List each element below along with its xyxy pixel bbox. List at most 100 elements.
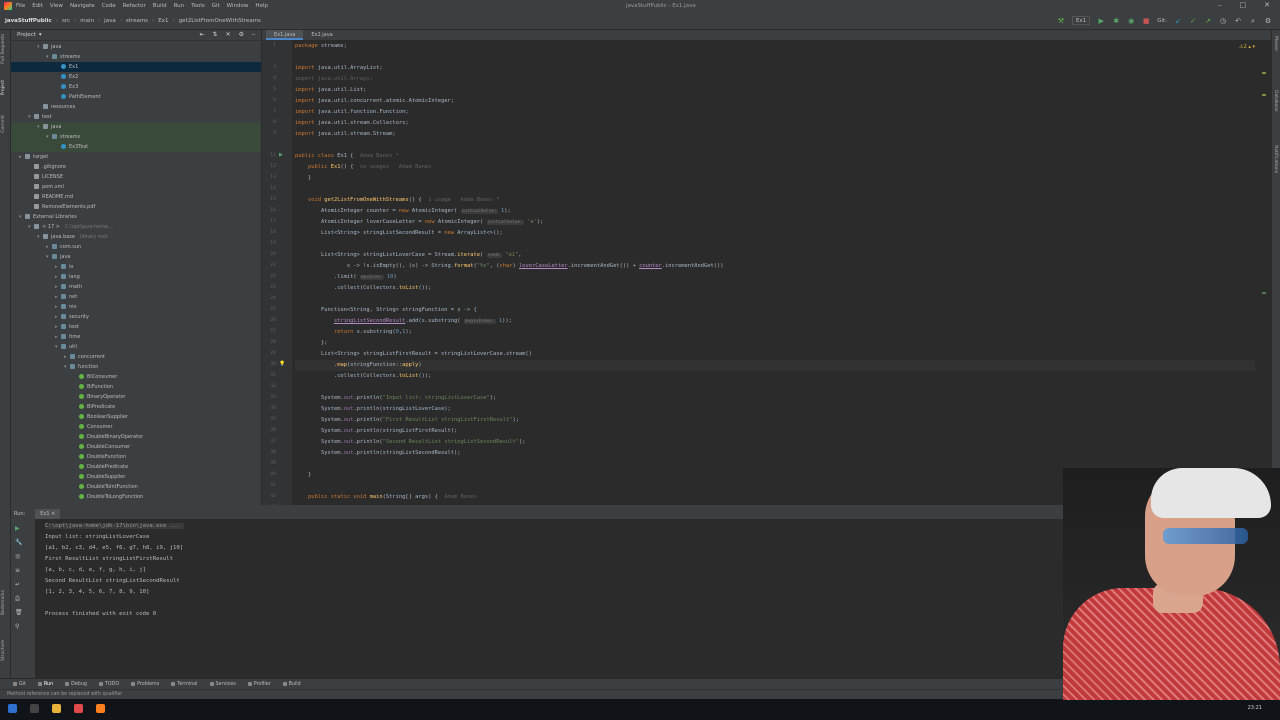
code-line[interactable]: import java.util.Arrays;: [295, 74, 373, 85]
tree-item[interactable]: ▸ lang: [11, 272, 261, 282]
tree-item[interactable]: ▾ < 17 > C:\opt\java-home...: [11, 222, 261, 232]
breadcrumb-item[interactable]: Ex1: [158, 18, 168, 24]
tree-item[interactable]: DoubleSupplier: [11, 472, 261, 482]
commit-tab[interactable]: Commit: [1, 115, 6, 133]
code-line[interactable]: import java.util.stream.Collectors;: [295, 118, 409, 129]
tree-item[interactable]: README.md: [11, 192, 261, 202]
tool-window-profiler[interactable]: Profiler: [247, 682, 271, 687]
tool-window-terminal[interactable]: Terminal: [171, 682, 198, 687]
tree-item[interactable]: ▸ target: [11, 152, 261, 162]
warning-indicator[interactable]: ⚠2 ▴ ▾: [1239, 44, 1255, 50]
intellij-logo-icon[interactable]: [4, 2, 12, 10]
code-line[interactable]: import java.util.function.Function;: [295, 107, 409, 118]
intention-bulb-icon[interactable]: 💡: [279, 361, 285, 367]
trash-icon[interactable]: 🗑: [15, 609, 23, 616]
code-line[interactable]: }: [295, 470, 311, 481]
run-tab-ex1[interactable]: Ex1 ✕: [35, 509, 61, 519]
code-line[interactable]: return s.substring(0,1);: [295, 327, 412, 338]
menu-item-window[interactable]: Window: [227, 3, 249, 9]
code-line[interactable]: import java.util.concurrent.atomic.Atomi…: [295, 96, 454, 107]
close-icon[interactable]: ✕: [1264, 1, 1270, 9]
rollback-icon[interactable]: ↶: [1234, 17, 1242, 25]
console-output[interactable]: C:\opt\java-home\jdk-17\bin\java.exe ...…: [45, 521, 184, 620]
hide-icon[interactable]: –: [252, 31, 255, 38]
tree-item[interactable]: ▾ streams: [11, 52, 261, 62]
tree-item[interactable]: BooleanSupplier: [11, 412, 261, 422]
code-line[interactable]: public static void main(String[] args) {…: [295, 492, 477, 503]
database-tab[interactable]: Database: [1273, 90, 1278, 111]
structure-tab[interactable]: Structure: [1, 640, 6, 661]
menu-item-file[interactable]: File: [16, 3, 25, 9]
breadcrumb-item[interactable]: javaStuffPublic: [5, 18, 52, 24]
code-line[interactable]: List<String> stringListSecondResult = ne…: [295, 228, 503, 239]
run-configuration-select[interactable]: Ex1: [1071, 16, 1091, 25]
tree-item[interactable]: DoubleBinaryOperator: [11, 432, 261, 442]
menu-item-tools[interactable]: Tools: [191, 3, 205, 9]
git-push-icon[interactable]: ↗: [1204, 17, 1212, 25]
tree-item[interactable]: resources: [11, 102, 261, 112]
project-panel-title[interactable]: Project: [17, 32, 36, 38]
menu-item-navigate[interactable]: Navigate: [70, 3, 95, 9]
tree-item[interactable]: ▸ concurrent: [11, 352, 261, 362]
breadcrumb-item[interactable]: java: [104, 18, 116, 24]
soft-wrap-icon[interactable]: ↵: [15, 581, 20, 588]
breadcrumb-item[interactable]: main: [80, 18, 94, 24]
code-line[interactable]: }: [295, 173, 311, 184]
tree-item[interactable]: Ex3: [11, 82, 261, 92]
code-line[interactable]: import java.util.stream.Stream;: [295, 129, 396, 140]
code-line[interactable]: System.out.println(stringListFirstResult…: [295, 426, 457, 437]
code-line[interactable]: System.out.println(stringListSecondResul…: [295, 448, 461, 459]
tree-item[interactable]: Consumer: [11, 422, 261, 432]
tree-item[interactable]: LICENSE: [11, 172, 261, 182]
stop-icon[interactable]: ■: [1142, 17, 1150, 25]
menu-item-edit[interactable]: Edit: [32, 3, 43, 9]
code-line[interactable]: s -> !s.isEmpty(), (s) -> String.format(…: [295, 261, 724, 272]
tool-window-git[interactable]: Git: [13, 682, 26, 687]
pin-icon[interactable]: ⚲: [15, 623, 19, 630]
hammer-icon[interactable]: ⚒: [1057, 17, 1065, 25]
code-line[interactable]: System.out.println("Second ResultList st…: [295, 437, 526, 448]
tree-item[interactable]: ▾ function: [11, 362, 261, 372]
editor-tab[interactable]: Ex1.java: [266, 30, 304, 40]
tree-item[interactable]: ▾ java: [11, 252, 261, 262]
close-panel-icon[interactable]: ✕: [226, 31, 231, 38]
tool-window-build[interactable]: Build: [282, 682, 301, 687]
code-line[interactable]: void get2ListFromOneWithStreams() { 1 us…: [295, 195, 500, 206]
tree-item[interactable]: ▸ net: [11, 292, 261, 302]
search-icon[interactable]: ⌕: [1249, 17, 1257, 25]
tree-item[interactable]: ▸ com.sun: [11, 242, 261, 252]
settings-gear-icon[interactable]: ⚙: [1264, 17, 1272, 25]
code-line[interactable]: Function<String, String> stringFunction …: [295, 305, 477, 316]
stop-run-icon[interactable]: ■: [15, 553, 21, 560]
file-explorer-icon[interactable]: [52, 704, 61, 713]
tree-item[interactable]: BinaryOperator: [11, 392, 261, 402]
history-icon[interactable]: ◷: [1219, 17, 1227, 25]
wrench-icon[interactable]: 🔧: [15, 539, 22, 546]
pull-requests-tab[interactable]: Pull Requests: [1, 34, 6, 64]
rerun-icon[interactable]: ▶: [15, 525, 20, 532]
tree-item[interactable]: ▾ util: [11, 342, 261, 352]
git-update-icon[interactable]: ↙: [1174, 17, 1182, 25]
tree-item[interactable]: ▾ java.base library root: [11, 232, 261, 242]
run-gutter-icon[interactable]: ▶: [279, 152, 283, 158]
tree-item[interactable]: ▸ time: [11, 332, 261, 342]
tool-window-debug[interactable]: Debug: [65, 682, 87, 687]
code-line[interactable]: import java.util.List;: [295, 85, 366, 96]
code-line[interactable]: .map(stringFunction::apply): [295, 360, 1255, 371]
collapse-all-icon[interactable]: ⇤: [200, 31, 205, 38]
tree-item[interactable]: pom.xml: [11, 182, 261, 192]
tree-item[interactable]: ▾ java: [11, 122, 261, 132]
expand-all-icon[interactable]: ⇅: [213, 31, 218, 38]
tree-item[interactable]: ▸ text: [11, 322, 261, 332]
code-line[interactable]: };: [295, 338, 328, 349]
notifications-tab[interactable]: Notifications: [1273, 145, 1278, 173]
code-line[interactable]: System.out.println(stringListLoverCase);: [295, 404, 451, 415]
code-line[interactable]: .limit( maxSize: 10): [295, 272, 397, 283]
tree-item[interactable]: Ex1: [11, 62, 261, 72]
code-line[interactable]: .collect(Collectors.toList());: [295, 283, 431, 294]
intellij-taskbar-icon[interactable]: [96, 704, 105, 713]
breadcrumb-item[interactable]: streams: [126, 18, 148, 24]
tree-item[interactable]: BiPredicate: [11, 402, 261, 412]
code-line[interactable]: package streams;: [295, 41, 347, 52]
minimize-icon[interactable]: –: [1218, 1, 1222, 9]
